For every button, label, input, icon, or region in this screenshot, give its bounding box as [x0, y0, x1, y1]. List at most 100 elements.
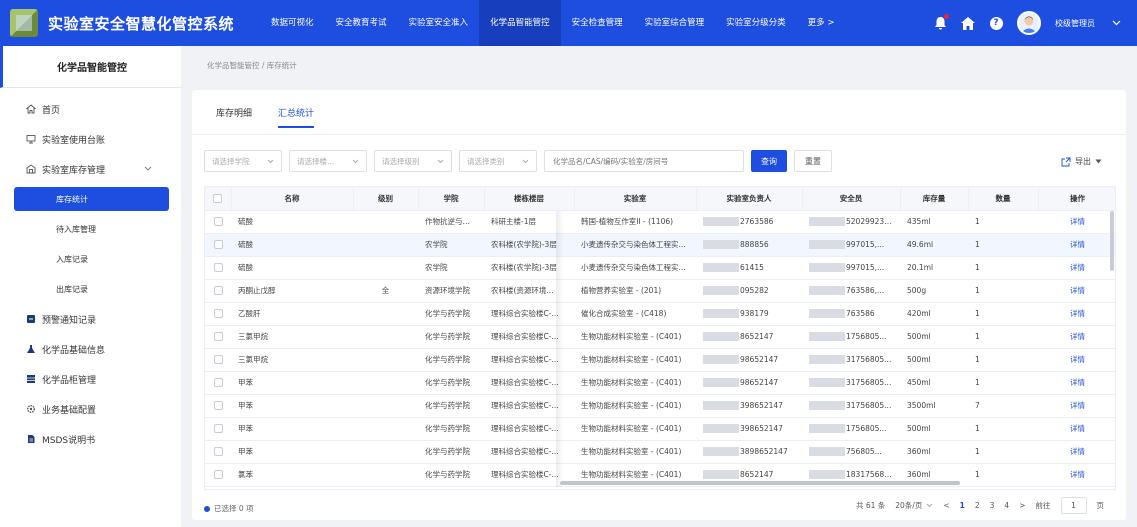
- notification-bell-icon[interactable]: [933, 14, 949, 30]
- chevron-down-icon[interactable]: [1109, 16, 1123, 30]
- cell-stock: 450ml: [900, 371, 968, 395]
- col-action: 操作: [1038, 187, 1115, 211]
- redacted-block: [809, 263, 845, 273]
- row-checkbox[interactable]: [205, 417, 231, 441]
- tab-inventory-detail[interactable]: 库存明细: [216, 106, 252, 128]
- nav-data-visualization[interactable]: 数据可视化: [260, 0, 325, 46]
- sidebar-item-inventory[interactable]: 实验室库存管理: [0, 154, 181, 184]
- tab-divider: [192, 134, 1126, 135]
- redacted-block: [809, 470, 845, 480]
- row-checkbox[interactable]: [205, 279, 231, 303]
- keyword-search-input[interactable]: [544, 150, 744, 172]
- detail-link[interactable]: 详情: [1038, 394, 1115, 418]
- row-checkbox[interactable]: [205, 348, 231, 372]
- tab-summary-stats[interactable]: 汇总统计: [278, 106, 315, 128]
- detail-link[interactable]: 详情: [1038, 279, 1115, 303]
- user-name[interactable]: 校级管理员: [1055, 18, 1095, 29]
- next-page-icon[interactable]: >: [1019, 501, 1025, 510]
- col-lab: 实验室: [574, 187, 697, 211]
- row-checkbox[interactable]: [205, 325, 231, 349]
- sidebar-item-lab-ledger[interactable]: 实验室使用台账: [0, 124, 181, 154]
- page-size-select[interactable]: 20条/页: [895, 500, 933, 511]
- query-button[interactable]: 查询: [751, 150, 787, 172]
- detail-link[interactable]: 详情: [1038, 210, 1115, 234]
- redacted-block: [809, 309, 845, 319]
- cell-stock: 3500ml: [900, 394, 968, 418]
- page-jump-input[interactable]: 1: [1060, 497, 1087, 514]
- export-button[interactable]: 导出: [1061, 156, 1102, 167]
- detail-link[interactable]: 详情: [1038, 440, 1115, 464]
- table-row: 硫酸 农学院 农科楼(农学院)-3层 小麦遗传杂交与染色体工程实... 888856 99…: [205, 233, 1115, 257]
- sidebar-item-chemical-info[interactable]: 化学品基础信息: [0, 334, 181, 364]
- page-4[interactable]: 4: [1004, 501, 1009, 510]
- nav-safety-inspection[interactable]: 安全检查管理: [561, 0, 634, 46]
- detail-link[interactable]: 详情: [1038, 371, 1115, 395]
- cell-quantity: 1: [968, 256, 1038, 280]
- page-3[interactable]: 3: [990, 501, 995, 510]
- page-2[interactable]: 2: [975, 501, 980, 510]
- page-1[interactable]: 1: [960, 501, 965, 510]
- row-checkbox[interactable]: [205, 210, 231, 234]
- sidebar-item-alert-records[interactable]: 预警通知记录: [0, 304, 181, 334]
- detail-link[interactable]: 详情: [1038, 233, 1115, 257]
- sidebar-item-home[interactable]: 首页: [0, 94, 181, 124]
- nav-chemical-control[interactable]: 化学品智能管控: [479, 0, 561, 46]
- cell-level: [353, 233, 418, 257]
- detail-link[interactable]: 详情: [1038, 256, 1115, 280]
- sidebar-item-config[interactable]: 业务基础配置: [0, 394, 181, 424]
- prev-page-icon[interactable]: <: [943, 501, 949, 510]
- sidebar-sub-storage-records[interactable]: 入库记录: [0, 244, 181, 274]
- detail-link[interactable]: 详情: [1038, 302, 1115, 326]
- row-checkbox[interactable]: [205, 463, 231, 487]
- cell-lab-manager: 61415: [696, 256, 802, 280]
- chevron-down-icon: [437, 159, 444, 163]
- nav-lab-classification[interactable]: 实验室分级分类: [715, 0, 797, 46]
- category-select[interactable]: 请选择类别: [459, 150, 537, 172]
- nav-safety-exam[interactable]: 安全教育考试: [325, 0, 398, 46]
- vertical-scrollbar[interactable]: [1110, 211, 1114, 271]
- cell-name: 三氯甲烷: [231, 325, 353, 349]
- cell-level: [353, 371, 418, 395]
- row-checkbox[interactable]: [205, 394, 231, 418]
- col-college: 学院: [418, 187, 485, 211]
- row-checkbox[interactable]: [205, 302, 231, 326]
- level-select[interactable]: 请选择级别: [374, 150, 452, 172]
- user-avatar[interactable]: [1017, 11, 1041, 35]
- detail-link[interactable]: 详情: [1038, 348, 1115, 372]
- cell-lab-manager: 888856: [696, 233, 802, 257]
- sidebar-item-msds[interactable]: MSDS说明书: [0, 424, 181, 454]
- table-row: 乙酸肝 化学与药学院 理科综合实验楼C-... 催化合成实验室 - (C418) 938…: [205, 302, 1115, 326]
- home-nav-icon[interactable]: [961, 16, 975, 30]
- nav-lab-access[interactable]: 实验室安全准入: [398, 0, 480, 46]
- cell-lab: 小麦遗传杂交与染色体工程实...: [574, 233, 696, 257]
- reset-button[interactable]: 重置: [794, 150, 832, 172]
- horizontal-scrollbar[interactable]: [560, 481, 960, 485]
- cell-name: 乙酸肝: [231, 302, 353, 326]
- row-checkbox[interactable]: [205, 256, 231, 280]
- select-all-checkbox[interactable]: [205, 187, 232, 211]
- row-checkbox[interactable]: [205, 440, 231, 464]
- cell-quantity: 1: [968, 371, 1038, 395]
- cell-college: 农学院: [418, 233, 484, 257]
- row-checkbox[interactable]: [205, 371, 231, 395]
- cell-lab-manager: 98652147: [696, 348, 802, 372]
- row-checkbox[interactable]: [205, 233, 231, 257]
- college-select[interactable]: 请选择学院: [204, 150, 282, 172]
- sidebar-item-cabinet[interactable]: 化学品柜管理: [0, 364, 181, 394]
- detail-link[interactable]: 详情: [1038, 417, 1115, 441]
- sidebar-sub-inventory-stats[interactable]: 库存统计: [14, 187, 169, 211]
- redacted-block: [809, 378, 845, 388]
- cell-lab: 生物功能材料实验室 - (C401): [574, 348, 696, 372]
- detail-link[interactable]: 详情: [1038, 325, 1115, 349]
- info-icon: [204, 505, 210, 512]
- sidebar-sub-pending-storage[interactable]: 待入库管理: [0, 214, 181, 244]
- help-icon[interactable]: ?: [989, 16, 1003, 30]
- cell-safety-officer: 997015,...: [802, 256, 900, 280]
- detail-link[interactable]: 详情: [1038, 463, 1115, 487]
- cell-lab-manager: 095282: [696, 279, 802, 303]
- nav-more[interactable]: 更多 >: [797, 0, 846, 46]
- nav-lab-management[interactable]: 实验室综合管理: [634, 0, 716, 46]
- cell-name: 三氯甲烷: [231, 348, 353, 372]
- sidebar-sub-outbound-records[interactable]: 出库记录: [0, 274, 181, 304]
- building-select[interactable]: 请选择楼...: [289, 150, 367, 172]
